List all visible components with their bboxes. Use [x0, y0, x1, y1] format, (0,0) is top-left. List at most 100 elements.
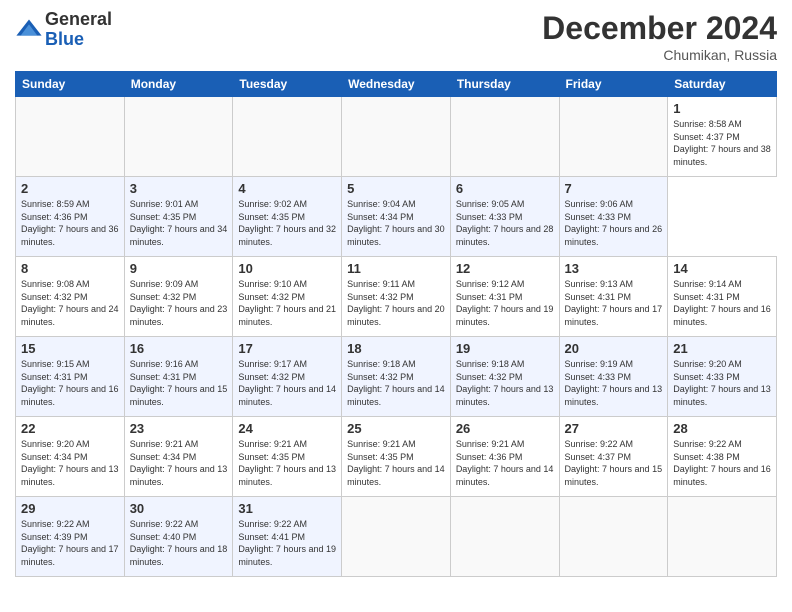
day-number: 10 [238, 261, 336, 276]
day-number: 20 [565, 341, 663, 356]
col-header-tuesday: Tuesday [233, 72, 342, 97]
day-cell [668, 497, 777, 577]
day-cell: 14 Sunrise: 9:14 AMSunset: 4:31 PMDaylig… [668, 257, 777, 337]
day-cell: 12 Sunrise: 9:12 AMSunset: 4:31 PMDaylig… [450, 257, 559, 337]
day-number: 9 [130, 261, 228, 276]
day-number: 4 [238, 181, 336, 196]
day-cell: 27 Sunrise: 9:22 AMSunset: 4:37 PMDaylig… [559, 417, 668, 497]
day-info: Sunrise: 9:15 AMSunset: 4:31 PMDaylight:… [21, 358, 119, 408]
day-number: 26 [456, 421, 554, 436]
day-cell: 20 Sunrise: 9:19 AMSunset: 4:33 PMDaylig… [559, 337, 668, 417]
day-number: 17 [238, 341, 336, 356]
day-info: Sunrise: 9:19 AMSunset: 4:33 PMDaylight:… [565, 358, 663, 408]
col-header-wednesday: Wednesday [342, 72, 451, 97]
day-number: 1 [673, 101, 771, 116]
day-cell: 10 Sunrise: 9:10 AMSunset: 4:32 PMDaylig… [233, 257, 342, 337]
day-cell [342, 97, 451, 177]
day-cell: 30 Sunrise: 9:22 AMSunset: 4:40 PMDaylig… [124, 497, 233, 577]
day-info: Sunrise: 9:21 AMSunset: 4:35 PMDaylight:… [238, 438, 336, 488]
calendar: SundayMondayTuesdayWednesdayThursdayFrid… [15, 71, 777, 577]
title-block: December 2024 Chumikan, Russia [542, 10, 777, 63]
day-cell: 9 Sunrise: 9:09 AMSunset: 4:32 PMDayligh… [124, 257, 233, 337]
day-cell [450, 497, 559, 577]
day-info: Sunrise: 9:21 AMSunset: 4:34 PMDaylight:… [130, 438, 228, 488]
col-header-thursday: Thursday [450, 72, 559, 97]
day-number: 28 [673, 421, 771, 436]
day-info: Sunrise: 9:18 AMSunset: 4:32 PMDaylight:… [347, 358, 445, 408]
day-cell: 19 Sunrise: 9:18 AMSunset: 4:32 PMDaylig… [450, 337, 559, 417]
week-row-3: 8 Sunrise: 9:08 AMSunset: 4:32 PMDayligh… [16, 257, 777, 337]
day-info: Sunrise: 9:01 AMSunset: 4:35 PMDaylight:… [130, 198, 228, 248]
col-header-monday: Monday [124, 72, 233, 97]
day-info: Sunrise: 9:22 AMSunset: 4:40 PMDaylight:… [130, 518, 228, 568]
day-cell: 8 Sunrise: 9:08 AMSunset: 4:32 PMDayligh… [16, 257, 125, 337]
day-info: Sunrise: 9:18 AMSunset: 4:32 PMDaylight:… [456, 358, 554, 408]
week-row-5: 22 Sunrise: 9:20 AMSunset: 4:34 PMDaylig… [16, 417, 777, 497]
day-number: 27 [565, 421, 663, 436]
day-number: 19 [456, 341, 554, 356]
day-number: 12 [456, 261, 554, 276]
day-cell [233, 97, 342, 177]
location: Chumikan, Russia [542, 47, 777, 63]
day-number: 22 [21, 421, 119, 436]
week-row-6: 29 Sunrise: 9:22 AMSunset: 4:39 PMDaylig… [16, 497, 777, 577]
day-number: 2 [21, 181, 119, 196]
day-number: 5 [347, 181, 445, 196]
day-info: Sunrise: 9:08 AMSunset: 4:32 PMDaylight:… [21, 278, 119, 328]
day-cell: 26 Sunrise: 9:21 AMSunset: 4:36 PMDaylig… [450, 417, 559, 497]
day-info: Sunrise: 9:21 AMSunset: 4:35 PMDaylight:… [347, 438, 445, 488]
col-header-sunday: Sunday [16, 72, 125, 97]
day-cell: 17 Sunrise: 9:17 AMSunset: 4:32 PMDaylig… [233, 337, 342, 417]
day-cell [124, 97, 233, 177]
day-info: Sunrise: 9:22 AMSunset: 4:41 PMDaylight:… [238, 518, 336, 568]
day-cell [450, 97, 559, 177]
day-info: Sunrise: 9:04 AMSunset: 4:34 PMDaylight:… [347, 198, 445, 248]
day-number: 21 [673, 341, 771, 356]
day-number: 3 [130, 181, 228, 196]
day-info: Sunrise: 9:13 AMSunset: 4:31 PMDaylight:… [565, 278, 663, 328]
day-number: 13 [565, 261, 663, 276]
day-number: 23 [130, 421, 228, 436]
header: General Blue December 2024 Chumikan, Rus… [15, 10, 777, 63]
day-number: 31 [238, 501, 336, 516]
logo-text: General Blue [45, 10, 112, 50]
day-cell: 25 Sunrise: 9:21 AMSunset: 4:35 PMDaylig… [342, 417, 451, 497]
day-cell: 31 Sunrise: 9:22 AMSunset: 4:41 PMDaylig… [233, 497, 342, 577]
day-cell: 11 Sunrise: 9:11 AMSunset: 4:32 PMDaylig… [342, 257, 451, 337]
day-cell: 16 Sunrise: 9:16 AMSunset: 4:31 PMDaylig… [124, 337, 233, 417]
logo-icon [15, 16, 43, 44]
day-cell: 3 Sunrise: 9:01 AMSunset: 4:35 PMDayligh… [124, 177, 233, 257]
day-number: 18 [347, 341, 445, 356]
day-info: Sunrise: 9:05 AMSunset: 4:33 PMDaylight:… [456, 198, 554, 248]
day-cell [559, 97, 668, 177]
day-info: Sunrise: 8:58 AMSunset: 4:37 PMDaylight:… [673, 118, 771, 168]
day-info: Sunrise: 9:17 AMSunset: 4:32 PMDaylight:… [238, 358, 336, 408]
day-cell: 15 Sunrise: 9:15 AMSunset: 4:31 PMDaylig… [16, 337, 125, 417]
day-info: Sunrise: 9:14 AMSunset: 4:31 PMDaylight:… [673, 278, 771, 328]
logo-blue: Blue [45, 30, 112, 50]
day-cell [559, 497, 668, 577]
day-number: 6 [456, 181, 554, 196]
day-cell: 4 Sunrise: 9:02 AMSunset: 4:35 PMDayligh… [233, 177, 342, 257]
day-info: Sunrise: 9:22 AMSunset: 4:39 PMDaylight:… [21, 518, 119, 568]
day-number: 29 [21, 501, 119, 516]
day-number: 8 [21, 261, 119, 276]
day-info: Sunrise: 8:59 AMSunset: 4:36 PMDaylight:… [21, 198, 119, 248]
day-cell: 5 Sunrise: 9:04 AMSunset: 4:34 PMDayligh… [342, 177, 451, 257]
day-info: Sunrise: 9:10 AMSunset: 4:32 PMDaylight:… [238, 278, 336, 328]
day-info: Sunrise: 9:11 AMSunset: 4:32 PMDaylight:… [347, 278, 445, 328]
day-cell: 18 Sunrise: 9:18 AMSunset: 4:32 PMDaylig… [342, 337, 451, 417]
day-cell: 13 Sunrise: 9:13 AMSunset: 4:31 PMDaylig… [559, 257, 668, 337]
day-number: 30 [130, 501, 228, 516]
day-info: Sunrise: 9:22 AMSunset: 4:38 PMDaylight:… [673, 438, 771, 488]
day-cell: 24 Sunrise: 9:21 AMSunset: 4:35 PMDaylig… [233, 417, 342, 497]
col-header-friday: Friday [559, 72, 668, 97]
day-info: Sunrise: 9:16 AMSunset: 4:31 PMDaylight:… [130, 358, 228, 408]
week-row-2: 2 Sunrise: 8:59 AMSunset: 4:36 PMDayligh… [16, 177, 777, 257]
week-row-4: 15 Sunrise: 9:15 AMSunset: 4:31 PMDaylig… [16, 337, 777, 417]
day-number: 7 [565, 181, 663, 196]
day-cell: 6 Sunrise: 9:05 AMSunset: 4:33 PMDayligh… [450, 177, 559, 257]
day-info: Sunrise: 9:06 AMSunset: 4:33 PMDaylight:… [565, 198, 663, 248]
day-number: 14 [673, 261, 771, 276]
day-info: Sunrise: 9:21 AMSunset: 4:36 PMDaylight:… [456, 438, 554, 488]
